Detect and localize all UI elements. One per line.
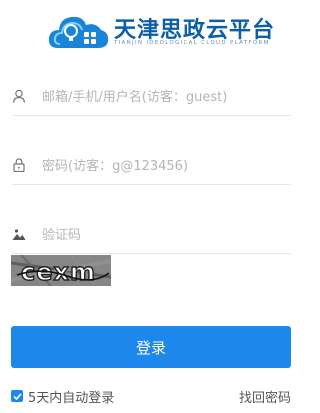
forgot-password-link[interactable]: 找回密码 bbox=[239, 387, 291, 406]
user-icon bbox=[12, 89, 26, 103]
check-icon bbox=[12, 392, 22, 400]
captcha-input[interactable] bbox=[40, 221, 289, 249]
username-input[interactable] bbox=[40, 83, 289, 111]
login-button[interactable]: 登录 bbox=[11, 326, 291, 368]
captcha-image[interactable]: cexm bbox=[11, 255, 111, 286]
captcha-field bbox=[12, 215, 291, 254]
platform-subtitle: TIANJIN IDEOLOGICAL CLOUD PLATFORM bbox=[114, 40, 270, 46]
remember-label: 5天内自动登录 bbox=[28, 390, 115, 406]
remember-option[interactable]: 5天内自动登录 bbox=[11, 388, 115, 406]
password-field bbox=[12, 146, 291, 185]
captcha-graphic: cexm bbox=[11, 255, 111, 286]
remember-checkbox[interactable] bbox=[11, 390, 23, 402]
password-input[interactable] bbox=[40, 152, 289, 180]
username-field bbox=[12, 77, 291, 116]
image-icon bbox=[12, 229, 26, 240]
cloud-logo-icon bbox=[48, 16, 109, 48]
platform-logo: 天津思政云平台 TIANJIN IDEOLOGICAL CLOUD PLATFO… bbox=[48, 10, 288, 52]
lock-icon bbox=[13, 158, 25, 172]
